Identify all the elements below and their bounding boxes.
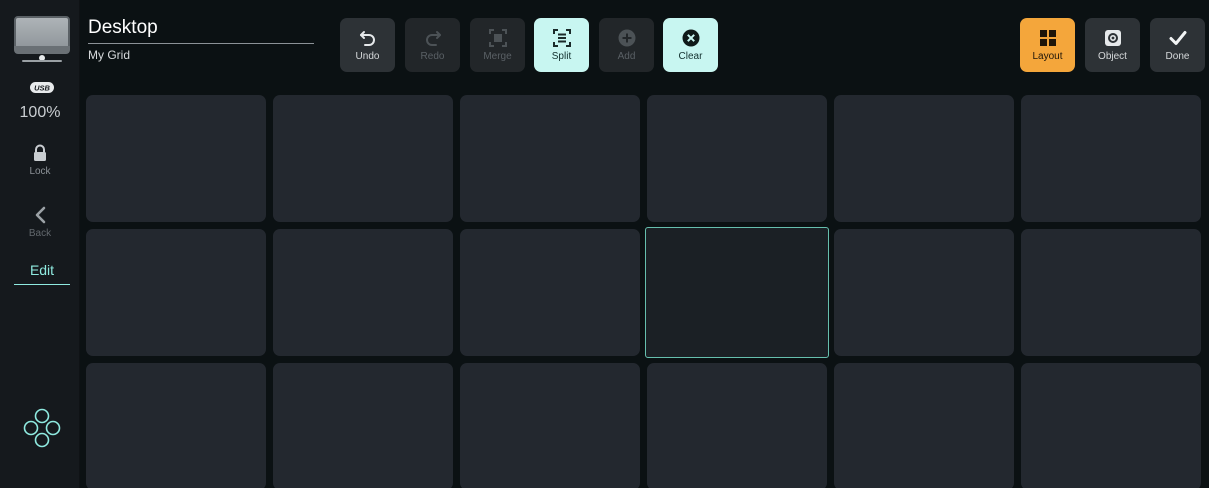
- merge-icon: [488, 29, 507, 47]
- object-button[interactable]: Object: [1085, 18, 1140, 72]
- grid-cell[interactable]: [1021, 229, 1201, 356]
- done-button[interactable]: Done: [1150, 18, 1205, 72]
- back-button[interactable]: Back: [0, 206, 80, 239]
- undo-button[interactable]: Undo: [340, 18, 395, 72]
- layout-label: Layout: [1032, 51, 1063, 62]
- layout-button[interactable]: Layout: [1020, 18, 1075, 72]
- grid-cell[interactable]: [834, 229, 1014, 356]
- split-icon: [552, 29, 571, 47]
- grid-cell[interactable]: [460, 229, 640, 356]
- object-label: Object: [1098, 51, 1127, 62]
- grid-name: My Grid: [88, 48, 130, 62]
- grid-cell[interactable]: [1021, 363, 1201, 488]
- add-label: Add: [617, 51, 636, 62]
- grid-cell[interactable]: [273, 95, 453, 222]
- done-label: Done: [1165, 51, 1190, 62]
- edit-tab[interactable]: Edit: [14, 262, 70, 285]
- grid-cell[interactable]: [834, 95, 1014, 222]
- directional-pad-icon[interactable]: [23, 408, 61, 448]
- page-title: Desktop: [88, 17, 158, 38]
- lock-label: Lock: [29, 166, 51, 177]
- clear-button[interactable]: Clear: [663, 18, 718, 72]
- checkmark-icon: [1169, 31, 1186, 45]
- chevron-left-icon: [35, 206, 46, 224]
- plus-circle-icon: [618, 29, 635, 47]
- lock-icon: [34, 144, 46, 161]
- split-button[interactable]: Split: [534, 18, 589, 72]
- grid-cell-selected[interactable]: [645, 227, 829, 358]
- grid-cell[interactable]: [460, 363, 640, 488]
- merge-label: Merge: [483, 51, 512, 62]
- usb-icon: USB: [30, 82, 54, 93]
- grid-cell[interactable]: [1021, 95, 1201, 222]
- zoom-level: 100%: [19, 104, 61, 121]
- redo-label: Redo: [420, 51, 445, 62]
- split-label: Split: [551, 51, 572, 62]
- usb-label: USB: [34, 84, 50, 93]
- add-button[interactable]: Add: [599, 18, 654, 72]
- gear-square-icon: [1104, 30, 1121, 46]
- grid-layout-icon: [1039, 30, 1056, 46]
- undo-icon: [359, 31, 375, 46]
- desktop-monitor-icon[interactable]: [14, 16, 70, 64]
- close-circle-icon: [682, 29, 699, 47]
- grid-cell[interactable]: [86, 95, 266, 222]
- title-divider: [88, 43, 314, 44]
- redo-icon: [425, 31, 441, 46]
- grid-cell[interactable]: [86, 363, 266, 488]
- sidebar: USB 100% Lock Back Edit: [0, 0, 80, 488]
- grid-cell[interactable]: [647, 363, 827, 488]
- clear-label: Clear: [678, 51, 703, 62]
- grid-cell[interactable]: [647, 95, 827, 222]
- lock-button[interactable]: Lock: [0, 144, 80, 177]
- redo-button[interactable]: Redo: [405, 18, 460, 72]
- merge-button[interactable]: Merge: [470, 18, 525, 72]
- grid-cell[interactable]: [273, 229, 453, 356]
- grid-cell[interactable]: [86, 229, 266, 356]
- undo-label: Undo: [355, 51, 380, 62]
- grid-cell[interactable]: [834, 363, 1014, 488]
- grid-cell[interactable]: [273, 363, 453, 488]
- back-label: Back: [28, 228, 52, 239]
- grid-cell[interactable]: [460, 95, 640, 222]
- button-grid: [86, 95, 1203, 488]
